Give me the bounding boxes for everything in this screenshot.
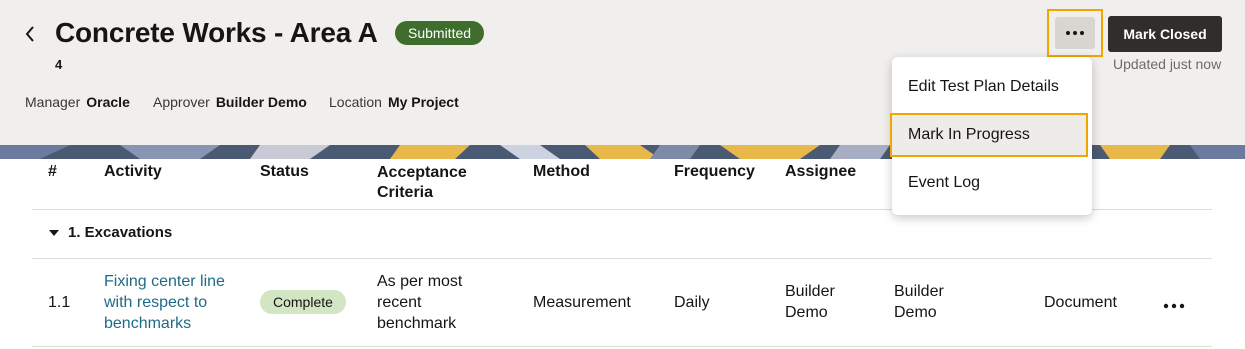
group-toggle[interactable]: 1. Excavations	[48, 224, 172, 241]
meta-label: Approver	[153, 94, 210, 110]
group-label: 1. Excavations	[68, 224, 173, 241]
ellipsis-icon	[1163, 303, 1185, 309]
activity-link[interactable]: Fixing center line with respect to bench…	[104, 271, 244, 334]
acceptance-criteria-cell: As per most recent benchmark	[377, 273, 463, 332]
menu-item-event-log[interactable]: Event Log	[892, 161, 1092, 205]
column-header-number: #	[48, 163, 57, 180]
more-actions-button[interactable]	[1055, 17, 1095, 49]
ellipsis-icon	[1066, 31, 1084, 35]
meta-location: Location My Project	[329, 94, 459, 110]
meta-manager: Manager Oracle	[25, 94, 130, 110]
status-badge: Submitted	[395, 21, 485, 45]
frequency-cell: Daily	[674, 294, 710, 311]
document-cell: Document	[1044, 294, 1117, 311]
caret-down-icon	[49, 229, 59, 236]
assignee-cell: Builder Demo	[785, 283, 835, 321]
menu-item-mark-in-progress[interactable]: Mark In Progress	[890, 113, 1088, 157]
column-header-assignee: Assignee	[785, 163, 857, 180]
more-actions-highlight	[1047, 9, 1103, 57]
column-header-acceptance-criteria: Acceptance Criteria	[377, 164, 467, 201]
menu-item-edit-test-plan-details[interactable]: Edit Test Plan Details	[892, 65, 1092, 109]
meta-value: Builder Demo	[215, 94, 307, 110]
updated-status: Updated just now	[1113, 56, 1222, 72]
divider	[32, 258, 1212, 259]
meta-label: Manager	[25, 94, 81, 110]
divider	[32, 346, 1212, 347]
back-button[interactable]	[20, 22, 40, 46]
person-cell: Builder Demo	[894, 283, 944, 321]
meta-value: My Project	[387, 94, 459, 110]
page-title: Concrete Works - Area A	[55, 17, 378, 48]
column-header-method: Method	[533, 163, 590, 180]
column-header-status: Status	[260, 163, 309, 180]
row-number: 1.1	[48, 294, 71, 311]
test-plan-id: 4	[55, 57, 63, 72]
meta-value: Oracle	[86, 94, 130, 110]
meta-approver: Approver Builder Demo	[153, 94, 307, 110]
chevron-left-icon	[25, 26, 34, 42]
method-cell: Measurement	[533, 294, 631, 311]
mark-closed-button[interactable]: Mark Closed	[1108, 16, 1222, 52]
column-header-frequency: Frequency	[674, 163, 755, 180]
meta-label: Location	[329, 94, 382, 110]
column-header-activity: Activity	[104, 163, 162, 180]
actions-menu: Edit Test Plan Details Mark In Progress …	[890, 57, 1092, 215]
row-actions-button[interactable]	[1163, 296, 1185, 314]
status-chip: Complete	[260, 290, 346, 314]
